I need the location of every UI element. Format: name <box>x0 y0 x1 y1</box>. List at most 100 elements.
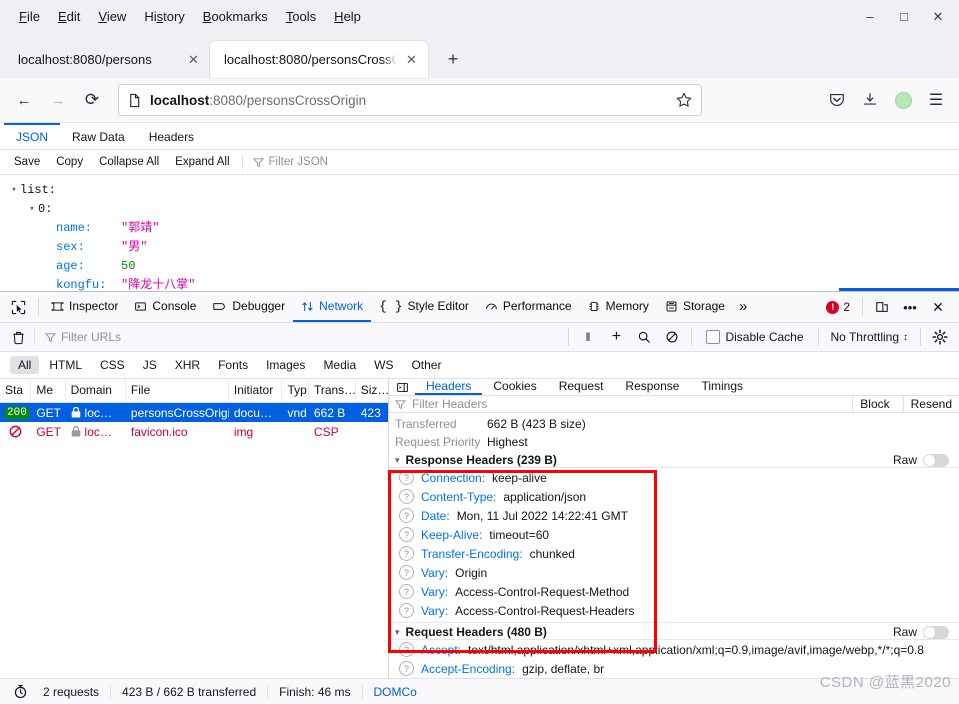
block-button[interactable]: Block <box>852 396 896 412</box>
json-row[interactable]: name: "郭靖" <box>6 219 959 238</box>
maximize-button[interactable]: □ <box>889 5 919 29</box>
throttling-select[interactable]: No Throttling ↕ <box>825 330 914 344</box>
expand-all-button[interactable]: Expand All <box>167 156 237 168</box>
filter-all[interactable]: All <box>10 356 40 374</box>
toggle-switch[interactable] <box>923 625 949 639</box>
tab-response[interactable]: Response <box>614 379 690 395</box>
headers-filter-input[interactable]: Filter Headers <box>412 397 487 411</box>
search-icon[interactable] <box>631 326 657 348</box>
request-headers-section-header[interactable]: ▾ Request Headers (480 B) Raw <box>389 625 959 640</box>
col-size[interactable]: Siz… <box>356 379 388 402</box>
help-icon[interactable]: ? <box>399 470 414 485</box>
filter-js[interactable]: JS <box>135 356 165 374</box>
help-icon[interactable]: ? <box>399 508 414 523</box>
pause-icon[interactable]: ‖ <box>575 326 601 348</box>
filter-images[interactable]: Images <box>258 356 313 374</box>
new-tab-button[interactable]: + <box>438 44 468 74</box>
url-filter-input[interactable]: Filter URLs <box>34 329 564 345</box>
help-icon[interactable]: ? <box>399 642 414 657</box>
scrollbar[interactable] <box>839 288 959 291</box>
tab-raw-data[interactable]: Raw Data <box>60 123 137 149</box>
tab-debugger[interactable]: Debugger <box>204 292 293 322</box>
help-icon[interactable]: ? <box>399 527 414 542</box>
account-icon[interactable] <box>888 85 918 115</box>
tab-inspector[interactable]: Inspector <box>43 292 126 322</box>
url-bar[interactable]: localhost:8080/personsCrossOrigin <box>118 84 702 116</box>
help-icon[interactable]: ? <box>399 565 414 580</box>
menu-edit[interactable]: Edit <box>49 6 89 27</box>
collapse-all-button[interactable]: Collapse All <box>91 156 167 168</box>
json-row[interactable]: kongfu: "降龙十八掌" <box>6 276 959 291</box>
menu-history[interactable]: History <box>135 6 193 27</box>
help-icon[interactable]: ? <box>399 584 414 599</box>
menu-view[interactable]: View <box>89 6 135 27</box>
close-icon[interactable]: ✕ <box>403 51 420 68</box>
col-type[interactable]: Typ <box>282 379 309 402</box>
table-row[interactable]: 200 GET loc… personsCrossOrigin docu… vn… <box>0 403 388 422</box>
filter-html[interactable]: HTML <box>41 356 90 374</box>
filter-fonts[interactable]: Fonts <box>210 356 256 374</box>
help-icon[interactable]: ? <box>399 489 414 504</box>
twisty-icon[interactable]: ▾ <box>26 200 38 219</box>
twisty-icon[interactable]: ▾ <box>395 455 400 466</box>
pocket-icon[interactable] <box>822 85 852 115</box>
filter-ws[interactable]: WS <box>366 356 401 374</box>
tab-timings[interactable]: Timings <box>690 379 754 395</box>
app-menu-icon[interactable]: ☰ <box>921 85 951 115</box>
tab-storage[interactable]: Storage <box>657 292 733 322</box>
filter-xhr[interactable]: XHR <box>167 356 208 374</box>
forward-icon[interactable]: → <box>42 84 74 116</box>
trash-icon[interactable] <box>6 326 30 348</box>
json-row[interactable]: ▾ list: <box>6 181 959 200</box>
element-picker-icon[interactable] <box>4 295 32 319</box>
twisty-icon[interactable]: ▾ <box>8 181 20 200</box>
tab-performance[interactable]: Performance <box>477 292 580 322</box>
raw-toggle-request[interactable]: Raw <box>893 625 959 639</box>
help-icon[interactable]: ? <box>399 661 414 676</box>
tab-headers[interactable]: Headers <box>415 379 483 395</box>
tab-json[interactable]: JSON <box>4 123 61 149</box>
back-icon[interactable]: ← <box>8 84 40 116</box>
resend-button[interactable]: Resend <box>902 396 959 412</box>
toggle-list-pane-icon[interactable] <box>389 379 415 395</box>
table-row[interactable]: GET loc… favicon.ico img CSP <box>0 422 388 441</box>
filter-media[interactable]: Media <box>315 356 364 374</box>
tab-style-editor[interactable]: { } Style Editor <box>371 292 477 322</box>
disable-cache-checkbox[interactable]: Disable Cache <box>698 330 811 344</box>
error-count-badge[interactable]: ! 2 <box>820 300 856 314</box>
raw-toggle-response[interactable]: Raw <box>893 453 959 467</box>
tab-headers[interactable]: Headers <box>137 123 206 149</box>
save-button[interactable]: Save <box>6 156 48 168</box>
menu-bookmarks[interactable]: Bookmarks <box>194 6 277 27</box>
col-file[interactable]: File <box>126 379 229 402</box>
devtools-overflow-button[interactable]: » <box>733 292 753 322</box>
twisty-icon[interactable]: ▾ <box>395 627 400 638</box>
bookmark-star-icon[interactable] <box>675 91 693 109</box>
close-window-button[interactable]: ✕ <box>923 5 953 29</box>
responsive-design-mode-icon[interactable] <box>869 295 895 319</box>
gear-icon[interactable] <box>927 326 953 348</box>
response-headers-section-header[interactable]: ▾ Response Headers (239 B) Raw <box>389 453 959 468</box>
help-icon[interactable]: ? <box>399 546 414 561</box>
json-row[interactable]: sex: "男" <box>6 238 959 257</box>
tab-console[interactable]: Console <box>126 292 204 322</box>
help-icon[interactable]: ? <box>399 603 414 618</box>
col-initiator[interactable]: Initiator <box>229 379 283 402</box>
tab-cookies[interactable]: Cookies <box>482 379 547 395</box>
tab-persons-cross-origin[interactable]: localhost:8080/personsCrossOrigin ✕ <box>210 41 428 78</box>
tab-network[interactable]: Network <box>293 292 372 322</box>
json-row[interactable]: ▾ 0: <box>6 200 959 219</box>
col-method[interactable]: Me <box>31 379 66 402</box>
copy-button[interactable]: Copy <box>48 156 91 168</box>
reload-icon[interactable]: ⟳ <box>76 84 108 116</box>
col-transferred[interactable]: Trans… <box>309 379 356 402</box>
minimize-button[interactable]: – <box>855 5 885 29</box>
tab-memory[interactable]: Memory <box>580 292 657 322</box>
menu-file[interactable]: File <box>10 6 49 27</box>
json-filter-input[interactable]: Filter JSON <box>241 154 328 170</box>
block-icon[interactable] <box>659 326 685 348</box>
close-icon[interactable]: ✕ <box>185 51 202 68</box>
col-domain[interactable]: Domain <box>66 379 126 402</box>
devtools-meatball-menu-icon[interactable]: ••• <box>897 295 923 319</box>
menu-help[interactable]: Help <box>325 6 370 27</box>
